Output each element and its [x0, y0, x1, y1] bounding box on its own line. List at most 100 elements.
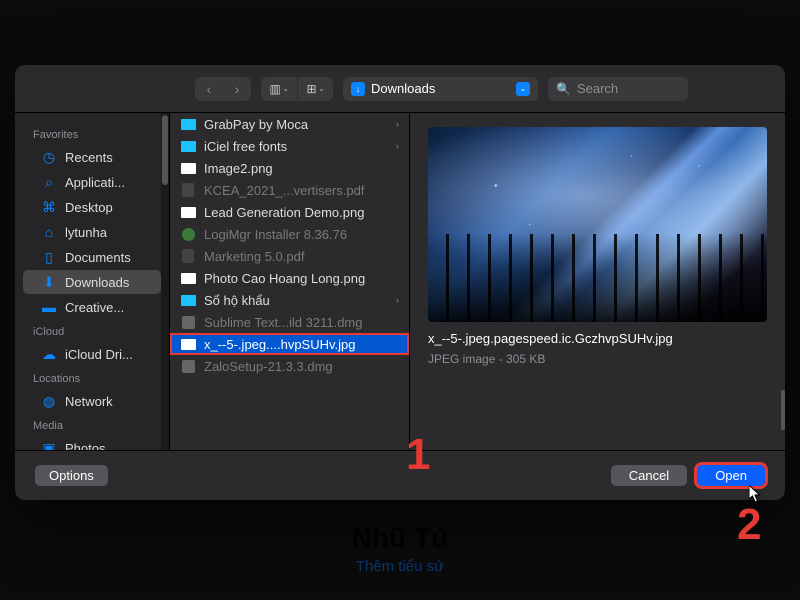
dmg-icon: [180, 314, 196, 330]
cloud-icon: ☁: [41, 346, 57, 362]
file-name: Sublime Text...ild 3211.dmg: [204, 315, 399, 330]
search-icon: 🔍: [556, 82, 571, 96]
forward-button[interactable]: ›: [223, 77, 251, 101]
file-name: Lead Generation Demo.png: [204, 205, 399, 220]
sidebar-item-label: Recents: [65, 150, 113, 165]
img-icon: [180, 270, 196, 286]
file-open-dialog: ‹ › ▥⌄ ⊞⌄ ↓ Downloads ⌄ 🔍 Favorites ◷ Rece…: [15, 65, 785, 500]
sidebar-item-creative[interactable]: ▬ Creative...: [23, 295, 161, 319]
file-item[interactable]: iCiel free fonts ›: [170, 135, 409, 157]
house-icon: ⌂: [41, 224, 57, 240]
view-mode-segment: ▥⌄ ⊞⌄: [261, 77, 333, 101]
grid-icon: ⊞: [307, 82, 317, 96]
apps-icon: ⌕: [41, 174, 57, 190]
chevron-right-icon: ›: [396, 141, 399, 152]
sidebar-item-label: Desktop: [65, 200, 113, 215]
file-name: iCiel free fonts: [204, 139, 388, 154]
sidebar-header: Favorites: [15, 123, 169, 145]
back-button[interactable]: ‹: [195, 77, 223, 101]
sidebar-item-label: Applicati...: [65, 175, 125, 190]
location-popup[interactable]: ↓ Downloads ⌄: [343, 77, 538, 101]
nav-arrows: ‹ ›: [195, 77, 251, 101]
sidebar-scrollbar[interactable]: [162, 115, 168, 185]
file-item[interactable]: Lead Generation Demo.png: [170, 201, 409, 223]
sidebar-item-documents[interactable]: ▯ Documents: [23, 245, 161, 269]
chevron-right-icon: ›: [396, 295, 399, 306]
open-button[interactable]: Open: [697, 465, 765, 486]
file-item: KCEA_2021_...vertisers.pdf: [170, 179, 409, 201]
pdf-icon: [180, 248, 196, 264]
sidebar-item-label: lytunha: [65, 225, 107, 240]
file-name: KCEA_2021_...vertisers.pdf: [204, 183, 399, 198]
preview-image: [428, 127, 767, 322]
file-item: ZaloSetup-21.3.3.dmg: [170, 355, 409, 377]
file-item: Sublime Text...ild 3211.dmg: [170, 311, 409, 333]
search-field[interactable]: 🔍: [548, 77, 688, 101]
file-item[interactable]: Image2.png: [170, 157, 409, 179]
preview-filename: x_--5-.jpeg.pagespeed.ic.GczhvpSUHv.jpg: [428, 330, 767, 348]
file-item[interactable]: Photo Cao Hoang Long.png: [170, 267, 409, 289]
sidebar-header: Media: [15, 414, 169, 436]
dialog-footer: Options Cancel Open: [15, 450, 785, 500]
sidebar-item-desktop[interactable]: ⌘ Desktop: [23, 195, 161, 219]
file-item: Marketing 5.0.pdf: [170, 245, 409, 267]
file-item[interactable]: GrabPay by Moca ›: [170, 113, 409, 135]
sidebar-item-label: Documents: [65, 250, 131, 265]
file-name: x_--5-.jpeg....hvpSUHv.jpg: [204, 337, 399, 352]
file-item[interactable]: x_--5-.jpeg....hvpSUHv.jpg: [170, 333, 409, 355]
pdf-icon: [180, 182, 196, 198]
folder-icon: [180, 116, 196, 132]
preview-meta: JPEG image - 305 KB: [428, 352, 767, 366]
file-name: LogiMgr Installer 8.36.76: [204, 227, 399, 242]
sidebar-header: iCloud: [15, 320, 169, 342]
folder-icon: [180, 138, 196, 154]
search-input[interactable]: [577, 81, 680, 96]
sidebar-item-label: Creative...: [65, 300, 124, 315]
photo-icon: ▣: [41, 440, 57, 450]
view-columns-button[interactable]: ▥⌄: [261, 77, 297, 101]
file-item: LogiMgr Installer 8.36.76: [170, 223, 409, 245]
sidebar-item-label: Downloads: [65, 275, 129, 290]
img-icon: [180, 160, 196, 176]
file-name: Image2.png: [204, 161, 399, 176]
folder-icon: [180, 292, 196, 308]
sidebar-item-label: Photos: [65, 441, 105, 451]
sidebar-item-lytunha[interactable]: ⌂ lytunha: [23, 220, 161, 244]
file-list-column: GrabPay by Moca › iCiel free fonts › Image2.…: [170, 113, 410, 450]
sidebar-item-iclouddri[interactable]: ☁ iCloud Dri...: [23, 342, 161, 366]
columns-icon: ▥: [269, 82, 280, 96]
folder-icon: ▬: [41, 299, 57, 315]
sidebar: Favorites ◷ Recents ⌕ Applicati... ⌘ Desktop ⌂ l…: [15, 113, 170, 450]
sidebar-item-label: Network: [65, 394, 113, 409]
sidebar-item-applicati[interactable]: ⌕ Applicati...: [23, 170, 161, 194]
app-icon: [180, 226, 196, 242]
down-icon: ⬇: [41, 274, 57, 290]
sidebar-item-recents[interactable]: ◷ Recents: [23, 145, 161, 169]
doc-icon: ▯: [41, 249, 57, 265]
download-folder-icon: ↓: [351, 82, 365, 96]
clock-icon: ◷: [41, 149, 57, 165]
sidebar-item-label: iCloud Dri...: [65, 347, 133, 362]
sidebar-header: Locations: [15, 367, 169, 389]
dialog-toolbar: ‹ › ▥⌄ ⊞⌄ ↓ Downloads ⌄ 🔍: [15, 65, 785, 113]
options-button[interactable]: Options: [35, 465, 108, 486]
preview-scrollbar[interactable]: [781, 390, 785, 430]
img-icon: [180, 204, 196, 220]
cancel-button[interactable]: Cancel: [611, 465, 687, 486]
file-name: Marketing 5.0.pdf: [204, 249, 399, 264]
sidebar-item-downloads[interactable]: ⬇ Downloads: [23, 270, 161, 294]
img-icon: [180, 336, 196, 352]
location-label: Downloads: [371, 81, 435, 96]
file-name: GrabPay by Moca: [204, 117, 388, 132]
file-name: ZaloSetup-21.3.3.dmg: [204, 359, 399, 374]
view-grid-button[interactable]: ⊞⌄: [297, 77, 333, 101]
sidebar-item-photos[interactable]: ▣ Photos: [23, 436, 161, 450]
globe-icon: ◍: [41, 393, 57, 409]
preview-pane: x_--5-.jpeg.pagespeed.ic.GczhvpSUHv.jpg …: [410, 113, 785, 450]
file-name: Sổ hộ khẩu: [204, 293, 388, 308]
file-item[interactable]: Sổ hộ khẩu ›: [170, 289, 409, 311]
dmg-icon: [180, 358, 196, 374]
desktop-icon: ⌘: [41, 199, 57, 215]
sidebar-item-network[interactable]: ◍ Network: [23, 389, 161, 413]
chevron-right-icon: ›: [396, 119, 399, 130]
